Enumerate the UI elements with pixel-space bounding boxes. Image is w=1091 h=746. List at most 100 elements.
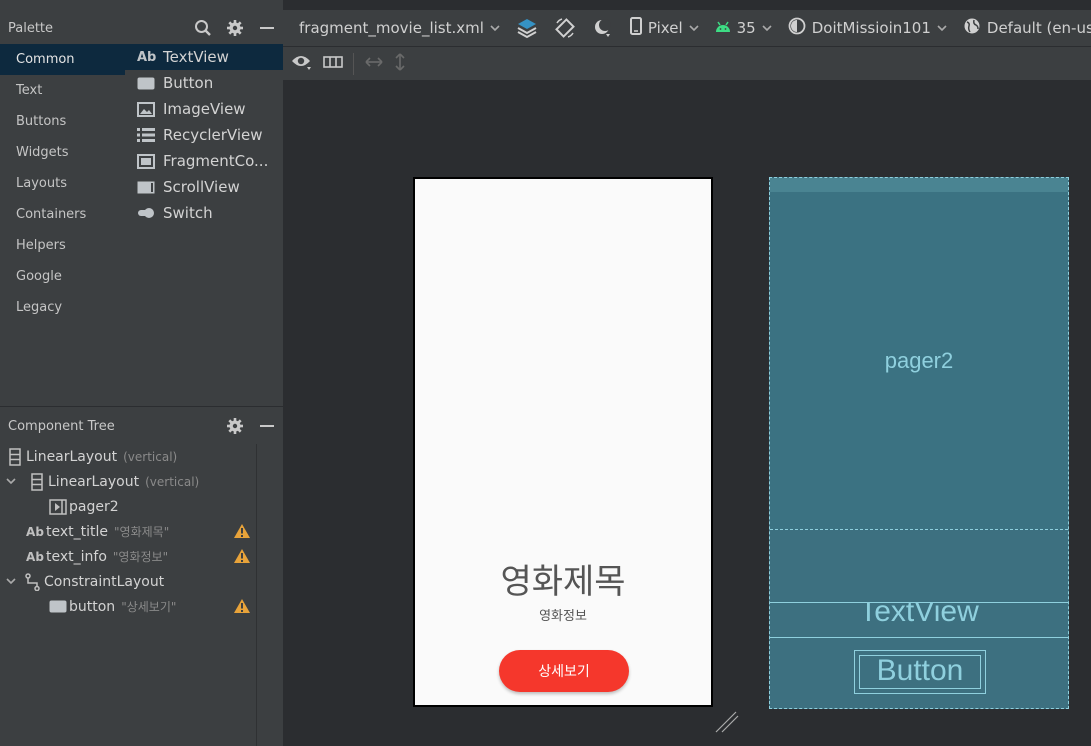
blueprint-button[interactable]: Button bbox=[854, 650, 986, 694]
api-selector[interactable]: 35 bbox=[707, 10, 780, 46]
fragment-container-icon bbox=[137, 153, 159, 169]
left-panel: Palette Common Text Buttons Widgets Layo… bbox=[0, 0, 283, 746]
blueprint-textview[interactable]: TextView bbox=[770, 602, 1068, 638]
minimize-icon[interactable] bbox=[251, 12, 283, 44]
tree-row-sub: (vertical) bbox=[145, 474, 200, 489]
palette-title: Palette bbox=[8, 20, 54, 36]
palette-category-google[interactable]: Google bbox=[0, 261, 125, 292]
textview-icon: Ab bbox=[137, 49, 157, 65]
design-detail-button[interactable]: 상세보기 bbox=[499, 650, 629, 692]
theme-selector[interactable]: DoitMissioin101 bbox=[780, 10, 955, 46]
chevron-down-icon bbox=[490, 22, 500, 35]
switch-icon bbox=[137, 207, 159, 219]
tree-row[interactable]: pager2 bbox=[0, 494, 283, 519]
palette-item-imageview[interactable]: ImageView bbox=[125, 96, 283, 122]
tree-row-label: pager2 bbox=[69, 498, 119, 515]
textview-icon: Ab bbox=[26, 549, 44, 564]
orientation-icon[interactable] bbox=[546, 10, 584, 46]
device-selector[interactable]: Pixel bbox=[622, 10, 707, 46]
tree-row[interactable]: ConstraintLayout bbox=[0, 569, 283, 594]
layers-icon[interactable] bbox=[508, 10, 546, 46]
palette-category-helpers[interactable]: Helpers bbox=[0, 230, 125, 261]
file-name: fragment_movie_list.xml bbox=[299, 19, 484, 37]
palette-item-label: FragmentCo... bbox=[163, 152, 269, 170]
android-icon bbox=[715, 19, 731, 37]
textview-icon: Ab bbox=[26, 524, 44, 539]
locale-name: Default (en-us bbox=[986, 19, 1091, 37]
chevron-down-icon bbox=[762, 22, 772, 35]
view-options-toolbar bbox=[283, 47, 1091, 81]
viewpager-icon bbox=[47, 498, 69, 515]
tree-row-label: ConstraintLayout bbox=[44, 573, 165, 590]
palette-item-recyclerview[interactable]: RecyclerView bbox=[125, 122, 283, 148]
palette-category-buttons[interactable]: Buttons bbox=[0, 106, 125, 137]
theme-name: DoitMissioin101 bbox=[811, 19, 931, 37]
warning-icon[interactable] bbox=[233, 548, 251, 564]
warning-icon[interactable] bbox=[233, 598, 251, 614]
constraintlayout-icon bbox=[22, 572, 44, 591]
palette-item-textview[interactable]: Ab TextView bbox=[125, 44, 283, 70]
device-name: Pixel bbox=[647, 19, 683, 37]
warning-icon[interactable] bbox=[233, 523, 251, 539]
tree-row[interactable]: LinearLayout (vertical) bbox=[0, 444, 283, 469]
palette-item-label: ImageView bbox=[163, 100, 246, 118]
tree-row[interactable]: button "상세보기" bbox=[0, 594, 283, 619]
api-level: 35 bbox=[736, 19, 756, 37]
eye-icon[interactable] bbox=[291, 53, 313, 75]
gear-icon[interactable] bbox=[219, 410, 251, 442]
blueprint-pager-label: pager2 bbox=[884, 348, 954, 373]
palette-items: Ab TextView Button ImageView RecyclerVie… bbox=[125, 44, 283, 226]
night-mode-icon[interactable] bbox=[584, 10, 622, 46]
vertical-resize-icon[interactable] bbox=[394, 52, 406, 76]
tree-row-sub: "영화제목" bbox=[114, 525, 170, 539]
palette-item-label: Switch bbox=[163, 204, 213, 222]
horizontal-resize-icon[interactable] bbox=[364, 56, 384, 72]
tree-row-sub: "상세보기" bbox=[121, 600, 177, 614]
chevron-down-icon[interactable] bbox=[4, 575, 18, 588]
file-selector[interactable]: fragment_movie_list.xml bbox=[283, 10, 508, 46]
design-info-text[interactable]: 영화정보 bbox=[415, 605, 711, 624]
blueprint-pager[interactable]: pager2 bbox=[770, 178, 1068, 530]
blueprint-preview[interactable]: pager2 TextView Button bbox=[769, 177, 1069, 709]
columns-icon[interactable] bbox=[323, 55, 343, 73]
imageview-icon bbox=[137, 101, 159, 117]
tree-row[interactable]: Ab text_info "영화정보" bbox=[0, 544, 283, 569]
palette-category-layouts[interactable]: Layouts bbox=[0, 168, 125, 199]
palette-item-scrollview[interactable]: ScrollView bbox=[125, 174, 283, 200]
tree-row[interactable]: LinearLayout (vertical) bbox=[0, 469, 283, 494]
palette-item-label: RecyclerView bbox=[163, 126, 263, 144]
design-preview[interactable]: 영화제목 영화정보 상세보기 bbox=[413, 177, 713, 707]
tree-divider bbox=[256, 444, 257, 746]
palette-category-common[interactable]: Common bbox=[0, 44, 125, 75]
globe-icon bbox=[963, 17, 981, 39]
tree-row-label: text_info bbox=[46, 548, 107, 565]
resize-handle-icon[interactable] bbox=[714, 710, 740, 738]
palette-category-containers[interactable]: Containers bbox=[0, 199, 125, 230]
design-title-text[interactable]: 영화제목 bbox=[415, 554, 711, 603]
search-icon[interactable] bbox=[187, 12, 219, 44]
palette-item-fragmentcontainer[interactable]: FragmentCo... bbox=[125, 148, 283, 174]
panel-divider bbox=[0, 406, 283, 407]
palette-item-switch[interactable]: Switch bbox=[125, 200, 283, 226]
tree-row[interactable]: Ab text_title "영화제목" bbox=[0, 519, 283, 544]
chevron-down-icon[interactable] bbox=[4, 475, 18, 488]
palette-category-widgets[interactable]: Widgets bbox=[0, 137, 125, 168]
chevron-down-icon bbox=[937, 22, 947, 35]
button-widget-icon bbox=[47, 600, 69, 613]
linearlayout-vertical-icon bbox=[4, 447, 26, 466]
palette-item-label: TextView bbox=[163, 48, 229, 66]
palette-item-button[interactable]: Button bbox=[125, 70, 283, 96]
tree-row-label: LinearLayout bbox=[26, 448, 118, 465]
locale-selector[interactable]: Default (en-us bbox=[955, 10, 1091, 46]
tree-row-label: LinearLayout bbox=[48, 473, 140, 490]
scrollview-icon bbox=[137, 181, 159, 194]
component-tree-title: Component Tree bbox=[8, 418, 115, 434]
phone-icon bbox=[629, 17, 642, 39]
minimize-icon[interactable] bbox=[251, 410, 283, 442]
blueprint-constraint-area[interactable]: Button bbox=[770, 638, 1068, 708]
gear-icon[interactable] bbox=[219, 12, 251, 44]
palette-category-legacy[interactable]: Legacy bbox=[0, 292, 125, 323]
palette-category-text[interactable]: Text bbox=[0, 75, 125, 106]
palette-item-label: Button bbox=[163, 74, 214, 92]
recyclerview-icon bbox=[137, 128, 159, 142]
